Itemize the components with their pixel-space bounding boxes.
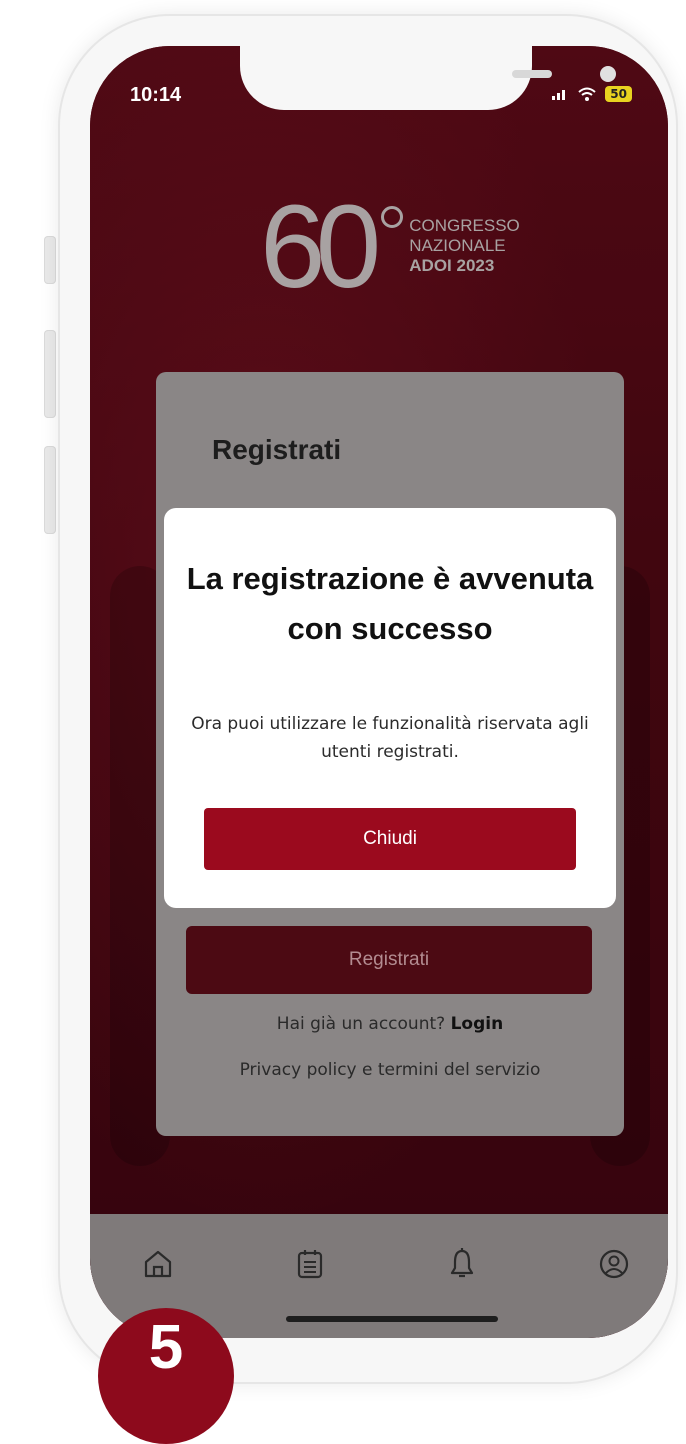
battery-icon: 50 [605,86,632,102]
status-icons: 50 [551,86,632,102]
login-link[interactable]: Login [451,1014,504,1034]
logo-line: ADOI 2023 [409,256,495,275]
logo-line: NAZIONALE [409,236,506,255]
side-button [44,236,56,284]
congress-logo: 60 CONGRESSO NAZIONALE ADOI 2023 [260,181,520,322]
notch [240,46,616,110]
modal-title: La registrazione è avvenuta con successo [186,561,594,646]
logo-number: 60 [260,181,381,313]
step-badge: 5 [98,1308,234,1444]
nav-notifications[interactable] [442,1244,482,1284]
account-prompt-text: Hai già un account? [276,1014,446,1034]
logo-text: CONGRESSO NAZIONALE ADOI 2023 [409,216,520,276]
signal-icon [552,90,566,100]
account-prompt: Hai già un account? Login [156,1014,624,1034]
status-time: 10:14 [130,84,182,106]
modal-message: Ora puoi utilizzare le funzionalità rise… [191,714,589,762]
nav-calendar[interactable] [290,1244,330,1284]
register-button[interactable]: Registrati [186,926,592,994]
card-title: Registrati [212,434,342,465]
privacy-link[interactable]: Privacy policy e termini del servizio [156,1060,624,1080]
close-button[interactable]: Chiudi [204,808,576,870]
side-button [44,446,56,534]
nav-home[interactable] [138,1244,178,1284]
speaker-grille [512,70,552,78]
home-indicator[interactable] [286,1316,498,1322]
success-modal: La registrazione è avvenuta con successo… [164,508,616,908]
home-icon [144,1250,172,1278]
user-icon [599,1249,629,1279]
step-number: 5 [148,1313,184,1382]
phone-screen: 10:14 50 60 CONGRESSO NAZIONALE ADOI 202… [90,46,668,1338]
nav-profile[interactable] [594,1244,634,1284]
bell-icon [450,1248,474,1278]
logo-degree-mark [381,206,404,228]
wifi-icon [578,87,596,101]
camera [600,66,616,82]
logo-line: CONGRESSO [409,216,520,235]
calendar-icon [297,1250,323,1279]
side-button [44,330,56,418]
